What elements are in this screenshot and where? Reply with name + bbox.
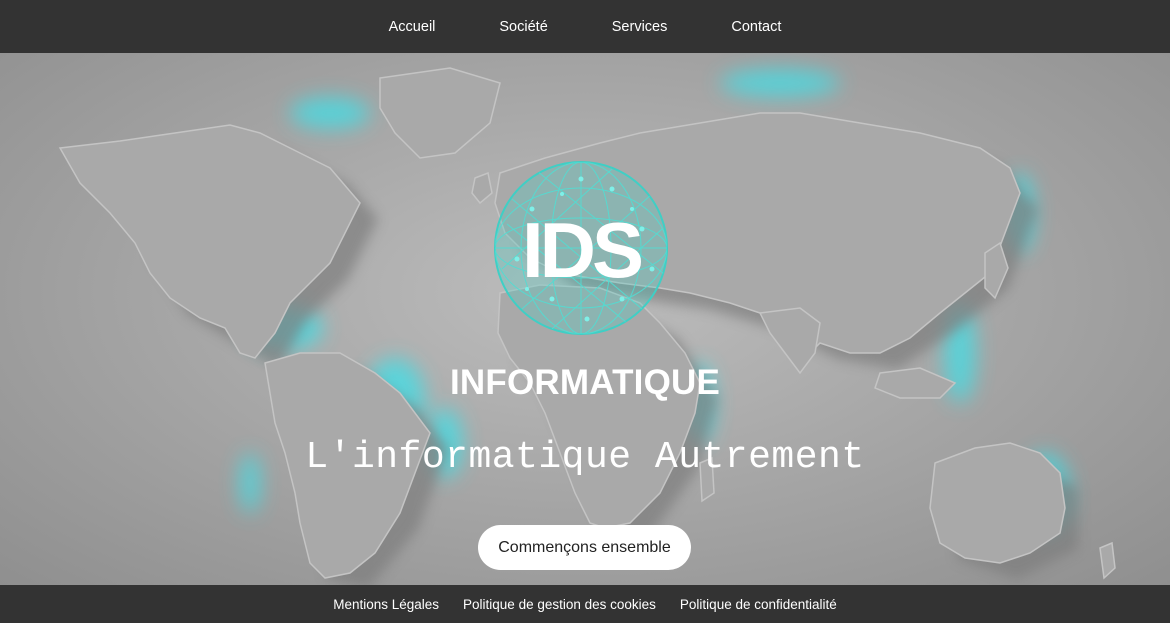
footer-link-privacy[interactable]: Politique de confidentialité <box>680 597 837 612</box>
nav-societe[interactable]: Société <box>499 19 547 35</box>
nav-services[interactable]: Services <box>612 19 668 35</box>
svg-text:IDS: IDS <box>522 206 641 294</box>
ids-globe-logo: IDS <box>494 161 668 335</box>
hero-tagline: L'informatique Autrement <box>305 436 865 479</box>
footer-navigation: Mentions Légales Politique de gestion de… <box>0 585 1170 623</box>
top-navigation: Accueil Société Services Contact <box>0 0 1170 53</box>
footer-link-cookies[interactable]: Politique de gestion des cookies <box>463 597 656 612</box>
hero-section: IDS INFORMATIQUE L'informatique Autremen… <box>0 53 1170 585</box>
nav-contact[interactable]: Contact <box>731 19 781 35</box>
nav-accueil[interactable]: Accueil <box>389 19 436 35</box>
cta-button[interactable]: Commençons ensemble <box>478 525 691 570</box>
footer-link-mentions[interactable]: Mentions Légales <box>333 597 439 612</box>
hero-title: INFORMATIQUE <box>449 363 721 402</box>
